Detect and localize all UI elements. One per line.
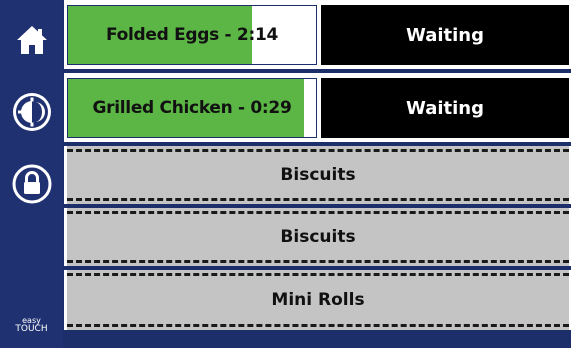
timer-button-grilled-chicken[interactable]: Grilled Chicken - 0:29 (67, 78, 317, 138)
product-button-biscuits[interactable]: Biscuits (67, 146, 569, 204)
brand-logo: easy TOUCH (15, 316, 48, 334)
dashed-border (67, 260, 569, 263)
home-button[interactable] (0, 10, 63, 70)
lock-button[interactable] (0, 154, 63, 214)
timer-status-button[interactable]: Waiting (321, 78, 569, 138)
product-label: Biscuits (280, 165, 356, 185)
product-label: Mini Rolls (271, 290, 365, 310)
day-night-icon (12, 93, 51, 131)
product-button-mini-rolls[interactable]: Mini Rolls (67, 270, 569, 330)
product-button-biscuits-2[interactable]: Biscuits (67, 208, 569, 266)
row-divider (64, 330, 571, 348)
dashed-border (67, 273, 569, 276)
timer-row: Folded Eggs - 2:14 Waiting (64, 0, 571, 69)
home-icon (16, 26, 47, 54)
sidebar: easy TOUCH (0, 0, 63, 348)
dashed-border (67, 324, 569, 327)
timer-label: Folded Eggs - 2:14 (105, 25, 279, 45)
timer-button-folded-eggs[interactable]: Folded Eggs - 2:14 (67, 5, 317, 65)
timer-row: Grilled Chicken - 0:29 Waiting (64, 73, 571, 142)
dashed-border (67, 198, 569, 201)
timer-label: Grilled Chicken - 0:29 (92, 98, 292, 118)
main-panel: Folded Eggs - 2:14 Waiting Grilled Chick… (64, 0, 571, 348)
timer-status-button[interactable]: Waiting (321, 5, 569, 65)
product-label: Biscuits (280, 227, 356, 247)
dashed-border (67, 211, 569, 214)
day-night-button[interactable] (0, 82, 63, 142)
lock-icon (12, 164, 51, 204)
dashed-border (67, 149, 569, 152)
